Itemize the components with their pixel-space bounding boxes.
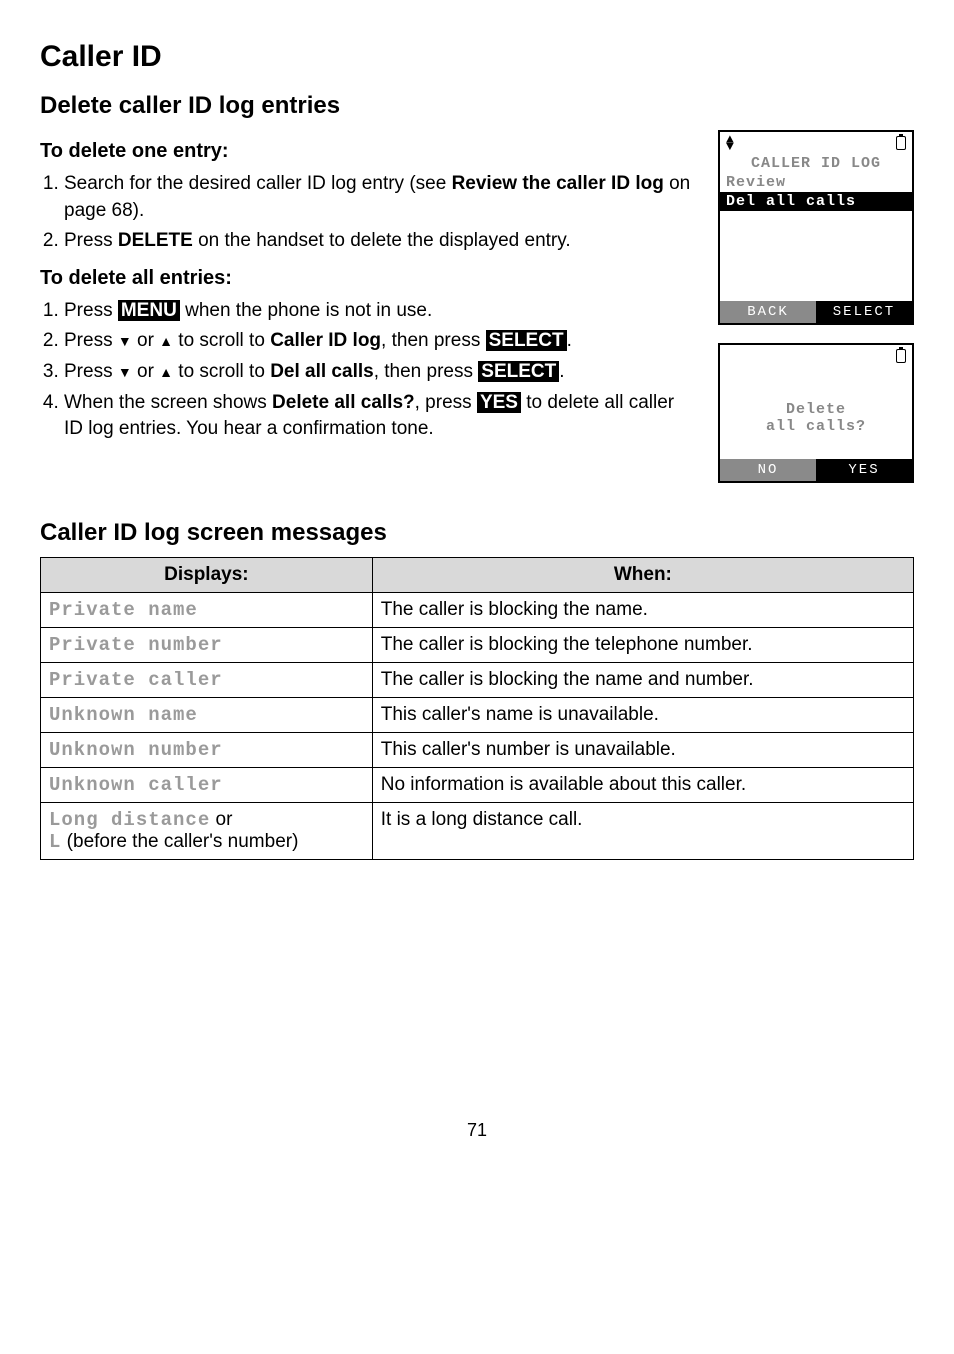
step: When the screen shows Delete all calls?,… <box>64 390 694 443</box>
when-value: This caller's number is unavailable. <box>372 733 913 768</box>
down-arrow-icon: ▼ <box>118 334 132 348</box>
key-select: SELECT <box>478 361 559 382</box>
text: to scroll to <box>173 330 270 351</box>
table-row: Unknown caller No information is availab… <box>41 768 914 803</box>
handset-screen-caller-id-log: ▲▼ CALLER ID LOG Review Del all calls BA… <box>718 130 914 325</box>
ref-link: Review the caller ID log <box>452 173 664 194</box>
when-value: No information is available about this c… <box>372 768 913 803</box>
text: (before the caller's number) <box>61 831 298 852</box>
table-row: Unknown name This caller's name is unava… <box>41 698 914 733</box>
step: Search for the desired caller ID log ent… <box>64 171 694 224</box>
page-title: Caller ID <box>40 40 914 74</box>
key-yes: YES <box>477 392 521 413</box>
text: or <box>132 330 159 351</box>
step: Press ▼ or ▲ to scroll to Del all calls,… <box>64 359 694 386</box>
screen-prompt-line1: Delete <box>724 401 908 418</box>
scroll-indicator-icon: ▲▼ <box>726 136 734 150</box>
display-value: Unknown caller <box>41 768 373 803</box>
when-value: The caller is blocking the telephone num… <box>372 628 913 663</box>
table-row: Private name The caller is blocking the … <box>41 593 914 628</box>
up-arrow-icon: ▲ <box>159 334 173 348</box>
key-menu: MENU <box>118 300 180 321</box>
text: Press <box>64 300 118 321</box>
softkey-back: BACK <box>720 301 816 323</box>
display-value: Long distance or L (before the caller's … <box>41 803 373 860</box>
text: Press <box>64 330 118 351</box>
text: or <box>210 809 232 830</box>
section-heading-delete: Delete caller ID log entries <box>40 92 914 120</box>
display-value: Private caller <box>41 663 373 698</box>
caller-id-messages-table: Displays: When: Private name The caller … <box>40 557 914 860</box>
handset-screen-delete-confirm: Delete all calls? NO YES <box>718 343 914 483</box>
table-header-when: When: <box>372 558 913 593</box>
prompt-text: Delete all calls? <box>272 392 415 413</box>
text: or <box>132 361 159 382</box>
up-arrow-icon: ▲ <box>159 365 173 379</box>
text: , press <box>415 392 477 413</box>
step: Press DELETE on the handset to delete th… <box>64 228 694 255</box>
table-header-displays: Displays: <box>41 558 373 593</box>
text: , then press <box>374 361 479 382</box>
when-value: This caller's name is unavailable. <box>372 698 913 733</box>
lcd-text: Long distance <box>49 809 210 831</box>
menu-item: Caller ID log <box>270 330 381 351</box>
text: Press <box>64 230 118 251</box>
text: on the handset to delete the displayed e… <box>193 230 571 251</box>
softkey-select: SELECT <box>816 301 912 323</box>
steps-delete-one: Search for the desired caller ID log ent… <box>40 171 694 255</box>
display-value: Unknown name <box>41 698 373 733</box>
battery-icon <box>896 136 906 150</box>
when-value: It is a long distance call. <box>372 803 913 860</box>
table-row: Long distance or L (before the caller's … <box>41 803 914 860</box>
text: , then press <box>381 330 486 351</box>
text: to scroll to <box>173 361 270 382</box>
subheading-all-entries: To delete all entries: <box>40 267 694 290</box>
table-row: Unknown number This caller's number is u… <box>41 733 914 768</box>
text: . <box>567 330 572 351</box>
screen-prompt-line2: all calls? <box>724 418 908 435</box>
softkey-no: NO <box>720 459 816 481</box>
step: Press MENU when the phone is not in use. <box>64 298 694 325</box>
screen-menu-item-selected: Del all calls <box>720 192 912 211</box>
down-arrow-icon: ▼ <box>118 365 132 379</box>
display-value: Unknown number <box>41 733 373 768</box>
display-value: Private name <box>41 593 373 628</box>
text: . <box>559 361 564 382</box>
text: When the screen shows <box>64 392 272 413</box>
key-select: SELECT <box>486 330 567 351</box>
text: when the phone is not in use. <box>180 300 432 321</box>
screen-title: CALLER ID LOG <box>720 154 912 173</box>
subheading-one-entry: To delete one entry: <box>40 140 694 163</box>
screen-menu-item: Review <box>720 173 912 192</box>
step: Press ▼ or ▲ to scroll to Caller ID log,… <box>64 328 694 355</box>
display-value: Private number <box>41 628 373 663</box>
softkey-yes: YES <box>816 459 912 481</box>
menu-item: Del all calls <box>270 361 374 382</box>
when-value: The caller is blocking the name. <box>372 593 913 628</box>
steps-delete-all: Press MENU when the phone is not in use.… <box>40 298 694 443</box>
section-heading-messages: Caller ID log screen messages <box>40 519 914 547</box>
table-row: Private caller The caller is blocking th… <box>41 663 914 698</box>
text: Search for the desired caller ID log ent… <box>64 173 452 194</box>
lcd-text: L <box>49 831 61 853</box>
table-row: Private number The caller is blocking th… <box>41 628 914 663</box>
text: Press <box>64 361 118 382</box>
when-value: The caller is blocking the name and numb… <box>372 663 913 698</box>
battery-icon <box>896 349 906 363</box>
key-delete: DELETE <box>118 230 193 251</box>
page-number: 71 <box>40 1120 914 1141</box>
